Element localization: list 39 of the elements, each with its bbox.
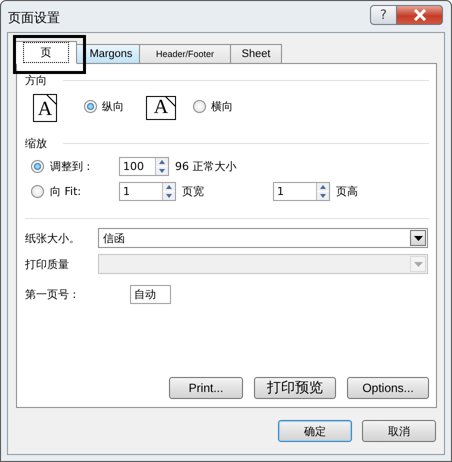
close-icon bbox=[412, 9, 426, 21]
field-label: 第一页号 : bbox=[25, 287, 78, 302]
radio-button[interactable] bbox=[31, 185, 44, 198]
tab[interactable]: Header/Footer bbox=[139, 44, 231, 63]
input-field[interactable]: 自动 bbox=[130, 285, 171, 304]
dialog-button[interactable]: 取消 bbox=[362, 420, 436, 442]
tab[interactable]: Sheet bbox=[230, 44, 282, 63]
spin-field[interactable]: 1 bbox=[119, 182, 176, 201]
field-label: 打印质量 bbox=[25, 256, 70, 272]
radio-label: 向 Fit: bbox=[50, 184, 82, 199]
tab[interactable]: 页 bbox=[15, 41, 77, 64]
radio-label: 横向 bbox=[211, 98, 233, 114]
spin-arrows-icon bbox=[155, 158, 168, 175]
landscape-page-icon: A bbox=[146, 96, 176, 120]
radio-button[interactable] bbox=[31, 160, 44, 173]
spin-field[interactable]: 1 bbox=[273, 182, 330, 201]
panel-button[interactable]: Options... bbox=[347, 377, 429, 399]
close-button[interactable] bbox=[397, 5, 443, 25]
radio-label: 调整到 : bbox=[50, 159, 92, 174]
help-button[interactable]: ? bbox=[370, 5, 397, 25]
radio-label: 纵向 bbox=[102, 98, 124, 114]
panel-button[interactable]: Print... bbox=[169, 377, 243, 399]
panel-button[interactable]: 打印预览 bbox=[254, 377, 336, 399]
tab[interactable]: Margons bbox=[76, 44, 140, 63]
field-label: 纸张大小。 bbox=[25, 230, 81, 246]
window-title: 页面设置 bbox=[8, 10, 60, 27]
portrait-page-icon: A bbox=[33, 94, 57, 122]
dialog-button[interactable]: 确定 bbox=[278, 420, 352, 442]
section-heading: 缩放 bbox=[25, 136, 47, 151]
spin-suffix: 页宽 bbox=[182, 184, 205, 199]
section-heading: 方向 bbox=[25, 73, 47, 88]
radio-button[interactable] bbox=[193, 100, 206, 112]
spin-suffix: 96 正常大小 bbox=[175, 159, 236, 174]
paper-size-dropdown[interactable]: 信函 bbox=[98, 228, 428, 248]
spin-arrows-icon bbox=[316, 183, 329, 200]
spin-arrows-icon bbox=[162, 183, 175, 200]
spin-suffix: 页高 bbox=[336, 184, 358, 199]
spin-field[interactable]: 100 bbox=[119, 157, 169, 176]
radio-button[interactable] bbox=[84, 100, 97, 112]
